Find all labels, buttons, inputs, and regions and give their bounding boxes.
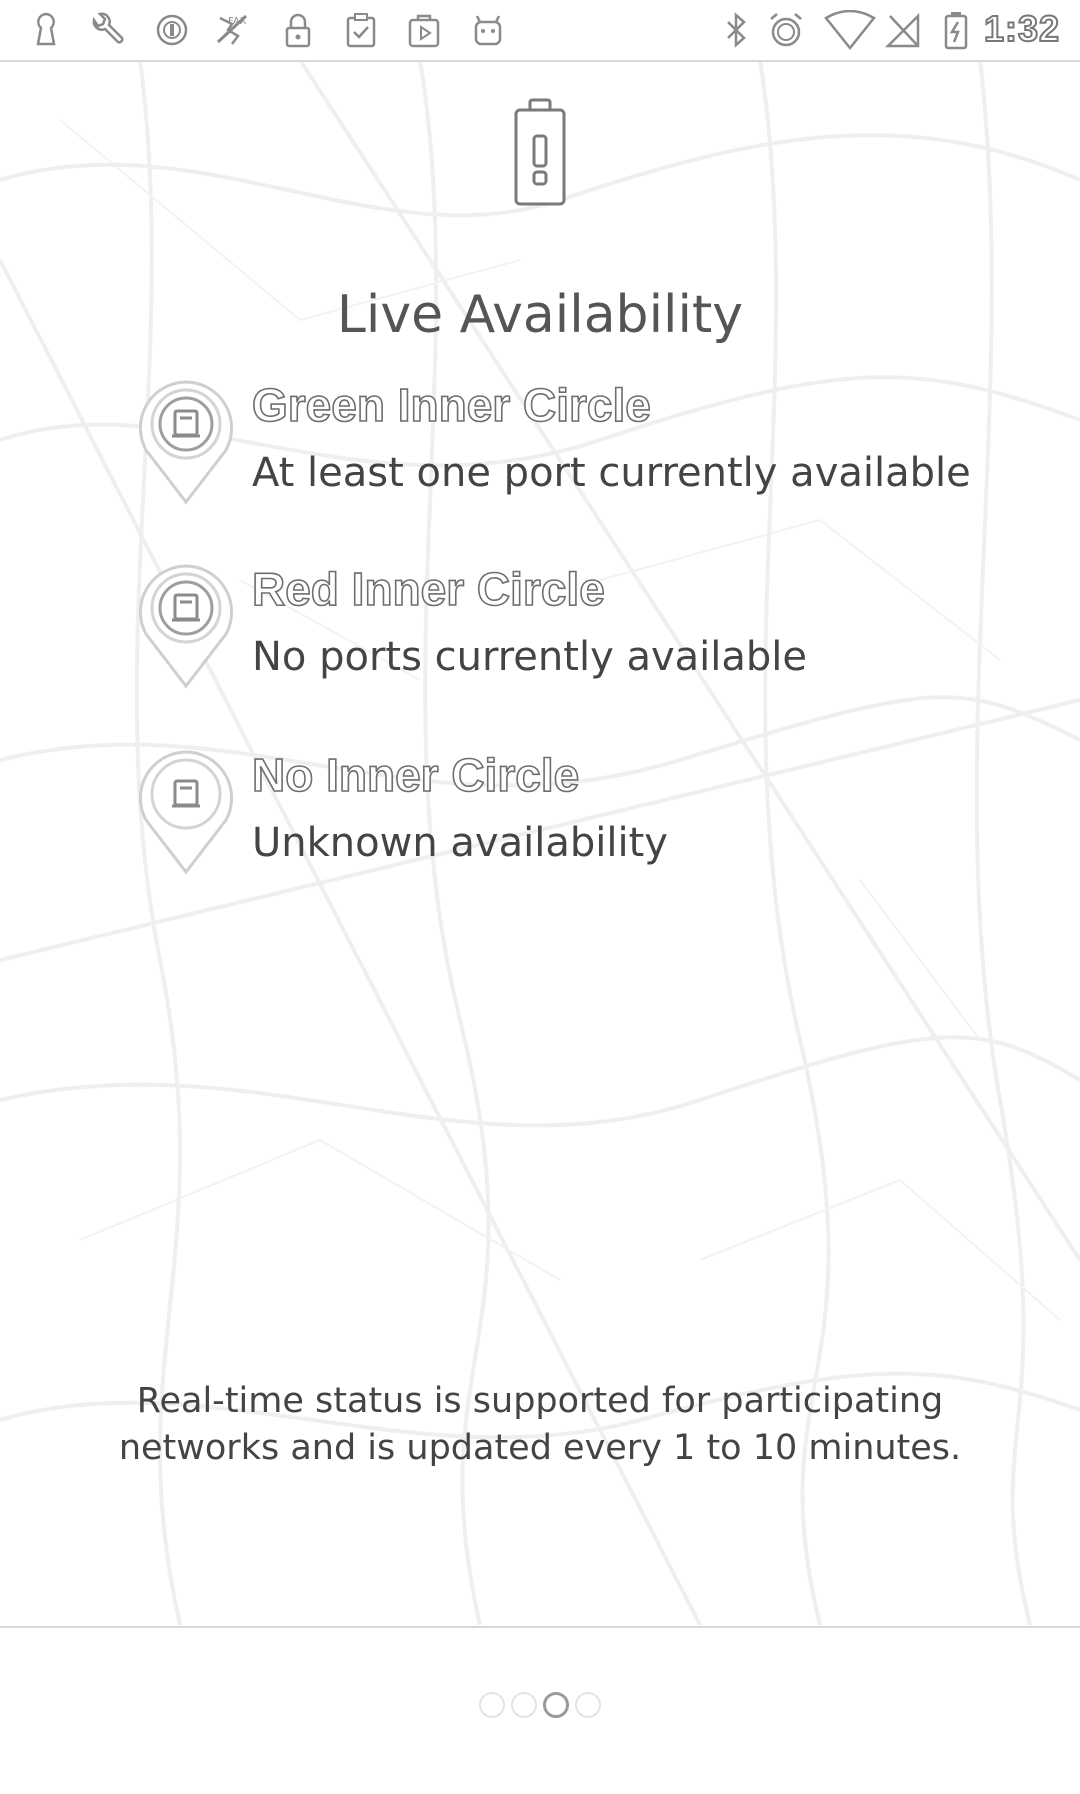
clipboard-check-icon [340,10,380,50]
divider [0,1626,1080,1628]
battery-charging-icon [936,10,976,50]
circle-badge-icon [152,10,192,50]
legend-description: At least one port currently available [252,450,971,496]
android-icon [468,10,508,50]
legend-title: No Inner Circle [251,748,580,802]
wrench-icon [86,10,126,50]
page-dot-1[interactable] [479,1692,505,1718]
legend-title: Green Inner Circle [251,378,651,432]
legend-item-red: Red Inner Circle No ports currently avai… [136,562,1036,702]
legend-item-green: Green Inner Circle At least one port cur… [136,378,1036,518]
map-pin-icon [138,564,234,689]
no-gps-icon: FAX [212,10,252,50]
footer-note: Real-time status is supported for partic… [0,1378,1080,1472]
keyhole-icon [26,10,66,50]
play-store-icon [404,10,444,50]
map-pin-icon [138,750,234,875]
map-pin-icon [138,380,234,505]
legend-title: Red Inner Circle [251,562,605,616]
page-indicator[interactable] [0,1692,1080,1718]
svg-text:FAX: FAX [228,16,247,27]
footer-note-line-2: networks and is updated every 1 to 10 mi… [118,1428,962,1468]
lock-icon [278,10,318,50]
page-dot-4[interactable] [575,1692,601,1718]
page-title: Live Availability [336,284,744,345]
battery-icon [514,98,566,206]
page-dot-2[interactable] [511,1692,537,1718]
no-signal-icon [884,10,924,50]
bluetooth-icon [716,10,756,50]
legend-description: No ports currently available [252,634,807,680]
legend-description: Unknown availability [252,820,668,866]
status-clock: 1:32 [983,7,1060,50]
wifi-icon [822,9,878,51]
alarm-icon [766,10,806,50]
status-bar: FAX 1:32 [0,0,1080,62]
legend-item-none: No Inner Circle Unknown availability [136,748,1036,888]
page-dot-3-active[interactable] [543,1692,569,1718]
footer-note-line-1: Real-time status is supported for partic… [136,1381,944,1421]
